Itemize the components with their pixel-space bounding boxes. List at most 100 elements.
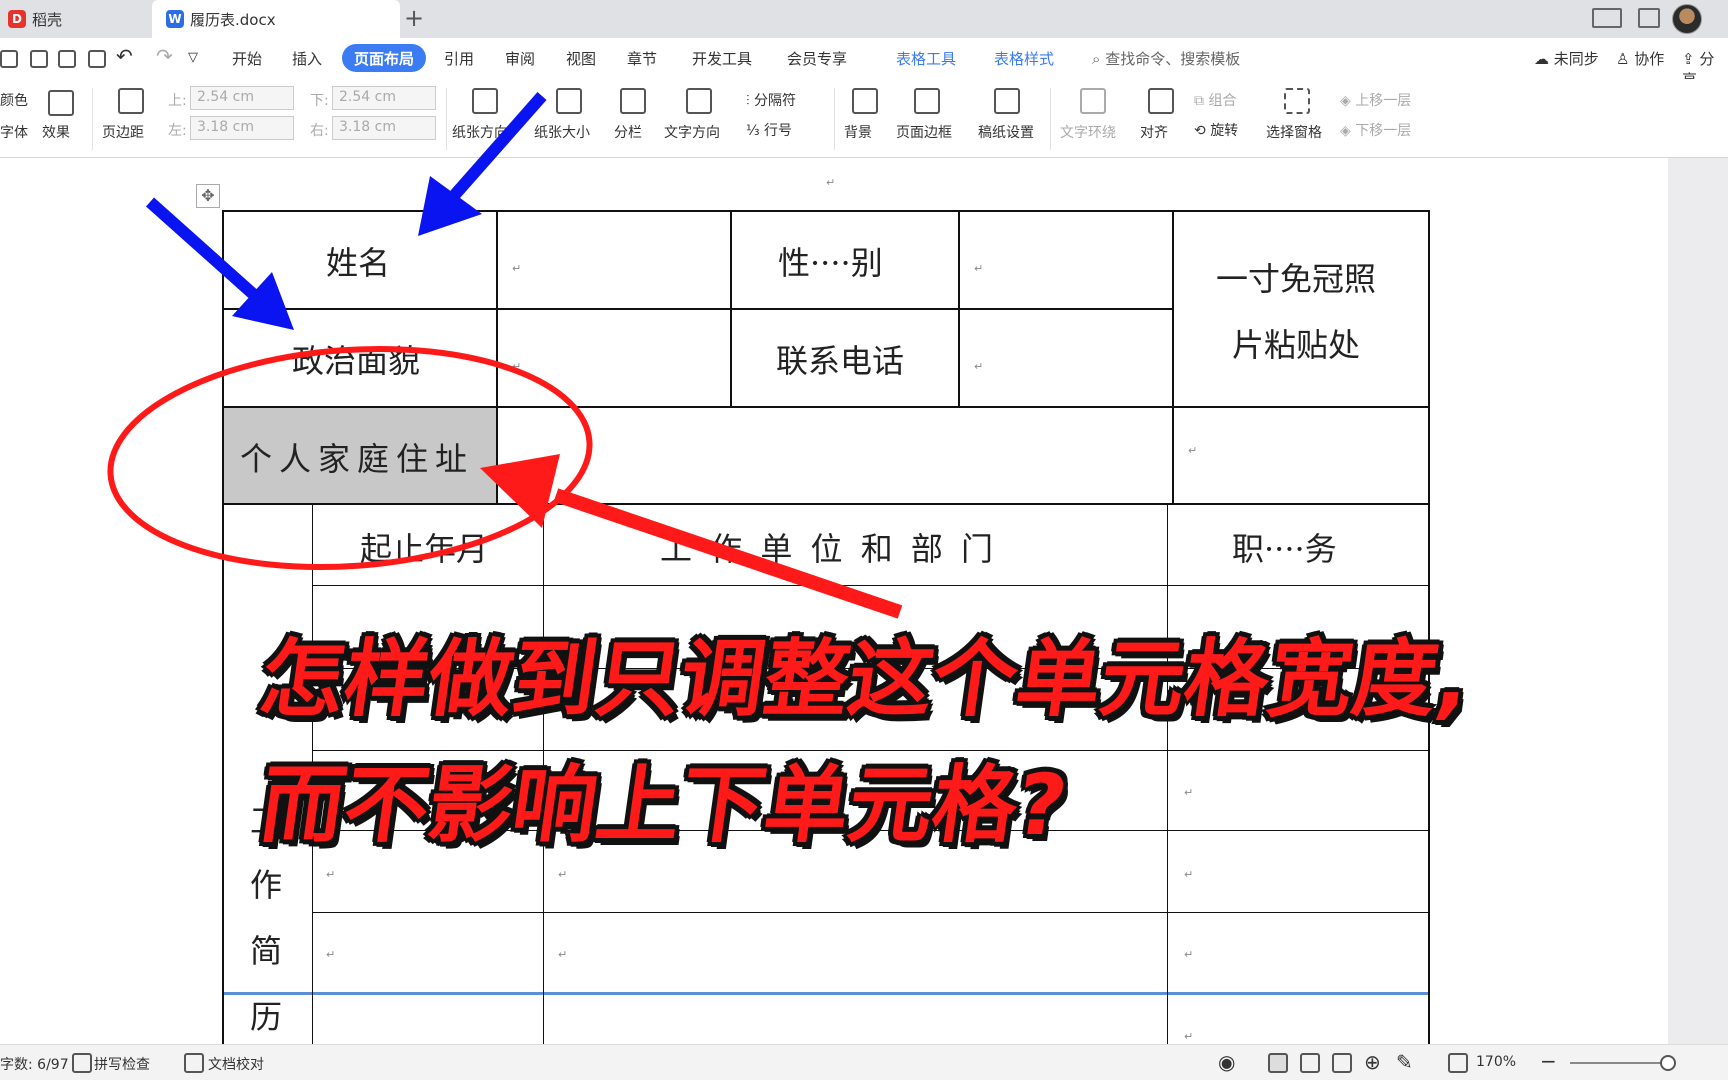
text-direction-icon[interactable] bbox=[686, 88, 712, 114]
paper-size-button[interactable]: 纸张大小 bbox=[534, 122, 590, 142]
edit-pen-icon[interactable]: ✎ bbox=[1396, 1050, 1413, 1074]
menu-page-layout[interactable]: 页面布局 bbox=[342, 44, 427, 72]
tab-document[interactable]: W 履历表.docx bbox=[152, 0, 400, 38]
group-button[interactable]: ⧉ 组合 bbox=[1194, 90, 1236, 110]
zoom-slider-handle[interactable] bbox=[1660, 1055, 1676, 1071]
table-border bbox=[496, 210, 498, 504]
window-layout-icon[interactable] bbox=[1592, 8, 1622, 28]
undo-icon[interactable]: ↶ bbox=[116, 44, 133, 68]
collaborate-button[interactable]: ♙ 协作 bbox=[1616, 48, 1664, 69]
menu-developer[interactable]: 开发工具 bbox=[692, 48, 752, 69]
cell-photo-label-1[interactable]: 一寸免冠照 bbox=[1216, 254, 1376, 300]
menu-member[interactable]: 会员专享 bbox=[787, 48, 847, 69]
doc-proof-button[interactable]: 文档校对 bbox=[208, 1054, 264, 1074]
menu-review[interactable]: 审阅 bbox=[505, 48, 535, 69]
effect-button[interactable]: 效果 bbox=[42, 122, 70, 142]
cell-address-label[interactable]: 个人家庭住址 bbox=[240, 434, 474, 480]
vertical-scrollbar[interactable] bbox=[1668, 158, 1728, 1044]
separator-icon: ⫶ bbox=[746, 93, 754, 109]
quick-access-more-icon[interactable]: ▽ bbox=[188, 50, 198, 65]
menu-references[interactable]: 引用 bbox=[444, 48, 474, 69]
columns-icon[interactable] bbox=[620, 88, 646, 114]
left-margin-input[interactable]: 3.18 cm bbox=[190, 116, 294, 140]
paragraph-mark: ↵ bbox=[512, 262, 522, 275]
eye-protection-icon[interactable]: ◉ bbox=[1218, 1050, 1235, 1074]
avatar[interactable] bbox=[1672, 4, 1702, 34]
manuscript-icon[interactable] bbox=[994, 88, 1020, 114]
right-margin-input[interactable]: 3.18 cm bbox=[332, 116, 436, 140]
print-icon[interactable] bbox=[58, 50, 76, 68]
theme-color-button[interactable]: 颜色 bbox=[0, 90, 28, 110]
send-backward-button[interactable]: ◈ 下移一层 bbox=[1340, 120, 1411, 140]
orientation-button[interactable]: 纸张方向 bbox=[452, 122, 508, 142]
spell-check-button[interactable]: 拼写检查 bbox=[94, 1054, 150, 1074]
page-view-icon[interactable] bbox=[1268, 1053, 1288, 1073]
top-margin-input[interactable]: 2.54 cm bbox=[190, 86, 294, 110]
table-border bbox=[1172, 210, 1174, 504]
columns-button[interactable]: 分栏 bbox=[614, 122, 642, 142]
menu-table-style[interactable]: 表格样式 bbox=[994, 48, 1054, 69]
orientation-icon[interactable] bbox=[472, 88, 498, 114]
cell-period-header[interactable]: 起止年月 bbox=[360, 524, 488, 570]
manuscript-button[interactable]: 稿纸设置 bbox=[978, 122, 1034, 142]
group-icon: ⧉ bbox=[1194, 93, 1209, 109]
background-button[interactable]: 背景 bbox=[844, 122, 872, 142]
export-icon[interactable] bbox=[30, 50, 48, 68]
save-icon[interactable] bbox=[0, 50, 18, 68]
align-icon[interactable] bbox=[1148, 88, 1174, 114]
paper-size-icon[interactable] bbox=[556, 88, 582, 114]
bring-forward-button[interactable]: ◈ 上移一层 bbox=[1340, 90, 1411, 110]
bottom-margin-input[interactable]: 2.54 cm bbox=[332, 86, 436, 110]
background-icon[interactable] bbox=[852, 88, 878, 114]
grid-view-icon[interactable] bbox=[1638, 8, 1660, 28]
menu-chapter[interactable]: 章节 bbox=[627, 48, 657, 69]
search-input[interactable]: 查找命令、搜索模板 bbox=[1105, 50, 1240, 68]
cell-position-header[interactable]: 职····务 bbox=[1232, 524, 1337, 570]
margins-button[interactable]: 页边距 bbox=[102, 122, 144, 142]
theme-font-button[interactable]: 字体 bbox=[0, 122, 28, 142]
zoom-slider[interactable] bbox=[1570, 1062, 1670, 1064]
menu-insert[interactable]: 插入 bbox=[292, 48, 322, 69]
annotation-caption-line1: 怎样做到只调整这个单元格宽度, bbox=[254, 630, 1476, 728]
page-border-button[interactable]: 页面边框 bbox=[896, 122, 952, 142]
cell-employer-header[interactable]: 工 作 单 位 和 部 门 bbox=[660, 524, 997, 570]
cell-gender-label[interactable]: 性····别 bbox=[778, 238, 883, 284]
menu-table-tools[interactable]: 表格工具 bbox=[896, 48, 956, 69]
page-border-icon[interactable] bbox=[914, 88, 940, 114]
fit-page-icon[interactable] bbox=[1448, 1053, 1468, 1073]
zoom-level[interactable]: 170% bbox=[1476, 1054, 1516, 1070]
separator-button[interactable]: ⫶ 分隔符 bbox=[746, 90, 796, 110]
doc-proof-icon[interactable] bbox=[184, 1053, 204, 1073]
cell-political-label[interactable]: 政治面貌 bbox=[292, 336, 420, 382]
text-direction-button[interactable]: 文字方向 bbox=[664, 122, 720, 142]
line-number-button[interactable]: ⅓ 行号 bbox=[746, 120, 792, 140]
selection-pane-button[interactable]: 选择窗格 bbox=[1266, 122, 1322, 142]
margins-icon[interactable] bbox=[118, 88, 144, 114]
command-search[interactable]: ⌕ 查找命令、搜索模板 bbox=[1092, 48, 1240, 69]
print-preview-icon[interactable] bbox=[88, 50, 106, 68]
spell-check-icon[interactable] bbox=[72, 1053, 92, 1073]
cell-phone-label[interactable]: 联系电话 bbox=[776, 336, 904, 382]
cell-name-label[interactable]: 姓名 bbox=[326, 238, 390, 284]
tab-docer-home[interactable]: D 稻壳 bbox=[0, 0, 152, 38]
redo-icon[interactable]: ↷ bbox=[156, 44, 173, 68]
menu-view[interactable]: 视图 bbox=[566, 48, 596, 69]
web-view-icon[interactable]: ⊕ bbox=[1364, 1050, 1381, 1074]
menu-home[interactable]: 开始 bbox=[232, 48, 262, 69]
table-move-handle-icon[interactable]: ✥ bbox=[196, 184, 220, 208]
new-tab-icon[interactable]: + bbox=[404, 4, 424, 32]
text-wrap-icon[interactable] bbox=[1080, 88, 1106, 114]
rotate-button[interactable]: ⟲ 旋转 bbox=[1194, 120, 1238, 140]
selection-pane-icon[interactable] bbox=[1284, 88, 1310, 114]
reading-view-icon[interactable] bbox=[1332, 1053, 1352, 1073]
text-wrap-button[interactable]: 文字环绕 bbox=[1060, 122, 1116, 142]
table-border bbox=[222, 503, 1430, 505]
cell-photo-label-2[interactable]: 片粘贴处 bbox=[1232, 320, 1360, 366]
tab-label: 稻壳 bbox=[32, 10, 63, 29]
sync-status[interactable]: ☁ 未同步 bbox=[1534, 48, 1599, 69]
outline-view-icon[interactable] bbox=[1300, 1053, 1320, 1073]
zoom-out-icon[interactable]: − bbox=[1540, 1049, 1557, 1073]
effect-icon[interactable] bbox=[48, 90, 74, 116]
align-button[interactable]: 对齐 bbox=[1140, 122, 1168, 142]
word-count[interactable]: 字数: 6/97 bbox=[0, 1054, 69, 1074]
